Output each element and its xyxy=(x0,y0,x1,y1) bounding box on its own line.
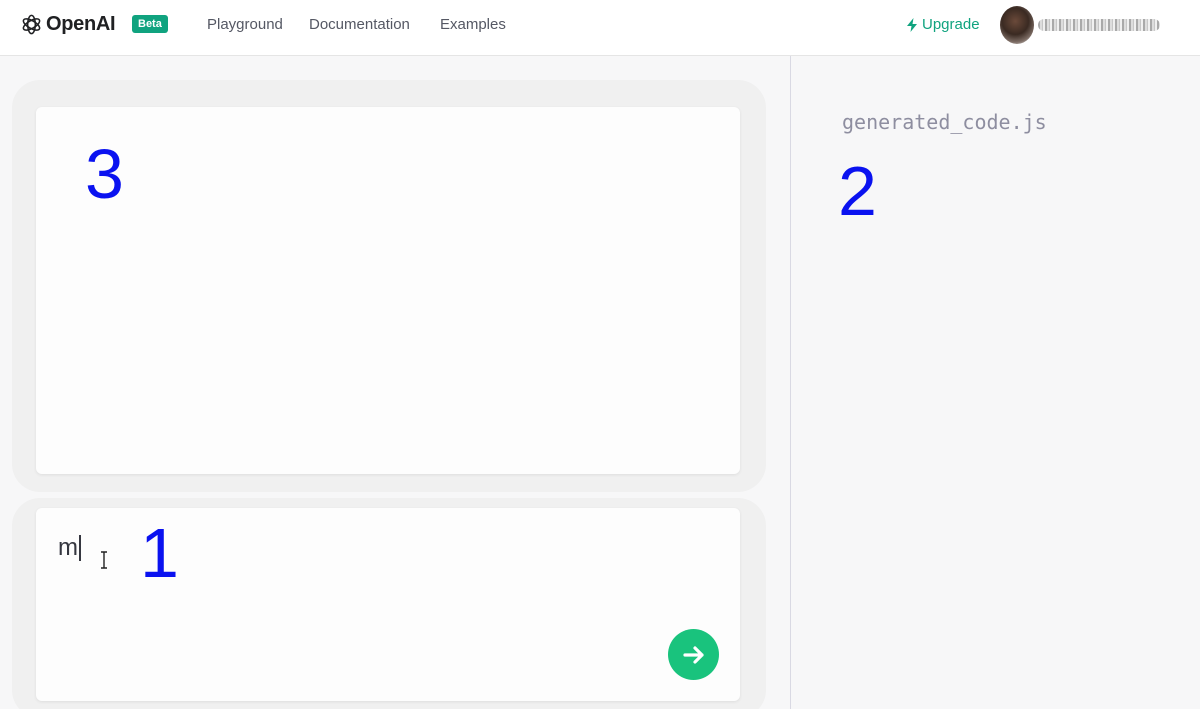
text-caret xyxy=(79,535,81,561)
brand-name: OpenAI xyxy=(46,12,116,35)
output-panel xyxy=(36,107,740,474)
user-name-redacted[interactable] xyxy=(1038,19,1160,31)
beta-badge: Beta xyxy=(132,15,168,33)
upgrade-label: Upgrade xyxy=(922,16,980,33)
nav-documentation[interactable]: Documentation xyxy=(309,16,410,33)
annotation-2: 2 xyxy=(838,152,877,230)
openai-logo-icon xyxy=(22,14,41,34)
text-cursor-icon xyxy=(101,551,107,569)
nav-playground[interactable]: Playground xyxy=(207,16,283,33)
lightning-icon xyxy=(907,17,917,32)
nav-examples[interactable]: Examples xyxy=(440,16,506,33)
openai-logo[interactable]: OpenAI xyxy=(20,12,116,36)
prompt-input-text[interactable]: m xyxy=(58,534,81,562)
user-avatar[interactable] xyxy=(1000,6,1034,44)
annotation-3: 3 xyxy=(85,135,124,213)
arrow-right-icon xyxy=(682,645,704,664)
code-filename: generated_code.js xyxy=(842,110,1047,134)
prompt-input-value: m xyxy=(58,534,78,561)
upgrade-link[interactable]: Upgrade xyxy=(906,16,980,33)
annotation-1: 1 xyxy=(140,514,179,592)
top-navigation-bar: OpenAI Beta Playground Documentation Exa… xyxy=(0,0,1200,56)
send-button[interactable] xyxy=(668,629,719,680)
